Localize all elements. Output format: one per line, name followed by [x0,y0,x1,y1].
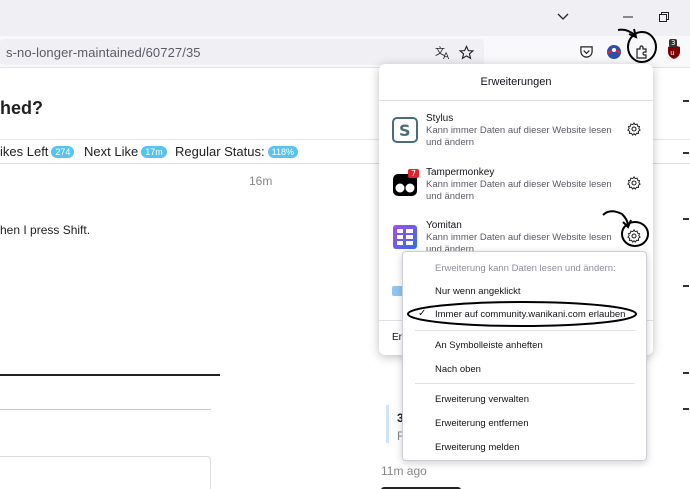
url-bar[interactable]: s-no-longer-maintained/60727/35 文A [0,39,484,65]
menu-item-report-extension[interactable]: Erweiterung melden [435,442,520,453]
ublock-icon[interactable]: u 3 [663,39,685,62]
divider [0,374,220,376]
stylus-icon: S [392,117,418,143]
quote-bar [386,405,389,443]
likes-left-label: ikes Left [0,144,49,159]
menu-separator [415,330,635,331]
edge-mark [683,152,689,154]
menu-header: Erweiterung kann Daten lesen und ändern: [435,263,616,274]
edge-mark [683,408,689,410]
divider [0,409,211,410]
divider [379,100,653,101]
menu-separator [415,383,635,384]
edge-mark [683,285,689,287]
composer-card [0,456,211,489]
edge-mark [683,372,689,374]
menu-item-pin-to-toolbar[interactable]: An Symbolleiste anheften [435,340,543,351]
next-like-stat: Next Like 17m [84,144,167,159]
tampermonkey-badge: 7 [408,169,420,178]
extension-name: Yomitan [426,220,462,231]
yomitan-icon [392,224,418,250]
reply-time[interactable]: 11m ago [381,464,427,478]
post-body-text: hen I press Shift. [0,223,91,237]
page-title: hed? [0,98,43,118]
regular-status-stat: Regular Status: 118% [175,144,298,159]
next-like-label: Next Like [84,144,139,159]
gear-icon[interactable] [625,174,643,192]
browser-window: s-no-longer-maintained/60727/35 文A u 3 h… [0,0,690,489]
menu-item-move-up[interactable]: Nach oben [435,364,481,375]
extension-name: Stylus [426,113,454,124]
regular-status-label: Regular Status: [175,144,265,159]
svg-text:A: A [443,52,450,60]
regular-status-badge: 118% [267,146,298,158]
extension-item-stylus[interactable]: S Stylus Kann immer Daten auf dieser Web… [379,110,653,160]
extension-context-menu: Erweiterung kann Daten lesen und ändern:… [402,251,647,461]
menu-item-only-when-clicked[interactable]: Nur wenn angeklickt [435,286,521,297]
translate-icon[interactable]: 文A [434,43,452,61]
gear-icon[interactable] [625,120,643,138]
restore-button[interactable] [651,6,677,28]
extensions-puzzle-icon[interactable] [632,42,652,62]
tab-list-dropdown-icon[interactable] [550,6,576,28]
likes-left-badge: 274 [51,146,75,158]
post-time[interactable]: 16m [249,174,272,188]
extension-desc: Kann immer Daten auf dieser Website lese… [426,125,612,148]
pocket-icon[interactable] [577,43,595,61]
edge-mark [683,218,689,220]
edge-mark [683,100,689,102]
url-text: s-no-longer-maintained/60727/35 [6,45,201,60]
gear-icon[interactable] [625,227,643,245]
minimize-button[interactable] [615,6,641,28]
svg-text:S: S [399,121,411,140]
flag-extension-icon[interactable] [604,42,624,62]
menu-item-manage-extension[interactable]: Erweiterung verwalten [435,394,529,405]
title-bar [0,0,690,36]
bookmark-star-icon[interactable] [457,43,475,61]
likes-left-stat: ikes Left 274 [0,144,75,159]
menu-item-remove-extension[interactable]: Erweiterung entfernen [435,418,528,429]
next-like-badge: 17m [141,146,167,158]
svg-text:u: u [670,49,674,57]
ublock-badge: 3 [669,39,678,47]
manage-extensions-link[interactable]: Er [392,332,402,343]
extension-name: Tampermonkey [426,167,495,178]
extension-item-tampermonkey[interactable]: 7 Tampermonkey Kann immer Daten auf dies… [379,164,653,214]
panel-title: Erweiterungen [480,76,552,88]
extension-desc: Kann immer Daten auf dieser Website lese… [426,179,612,202]
menu-item-always-allow[interactable]: Immer auf community.wanikani.com erlaube… [435,309,625,320]
checkmark-icon: ✓ [418,308,427,319]
